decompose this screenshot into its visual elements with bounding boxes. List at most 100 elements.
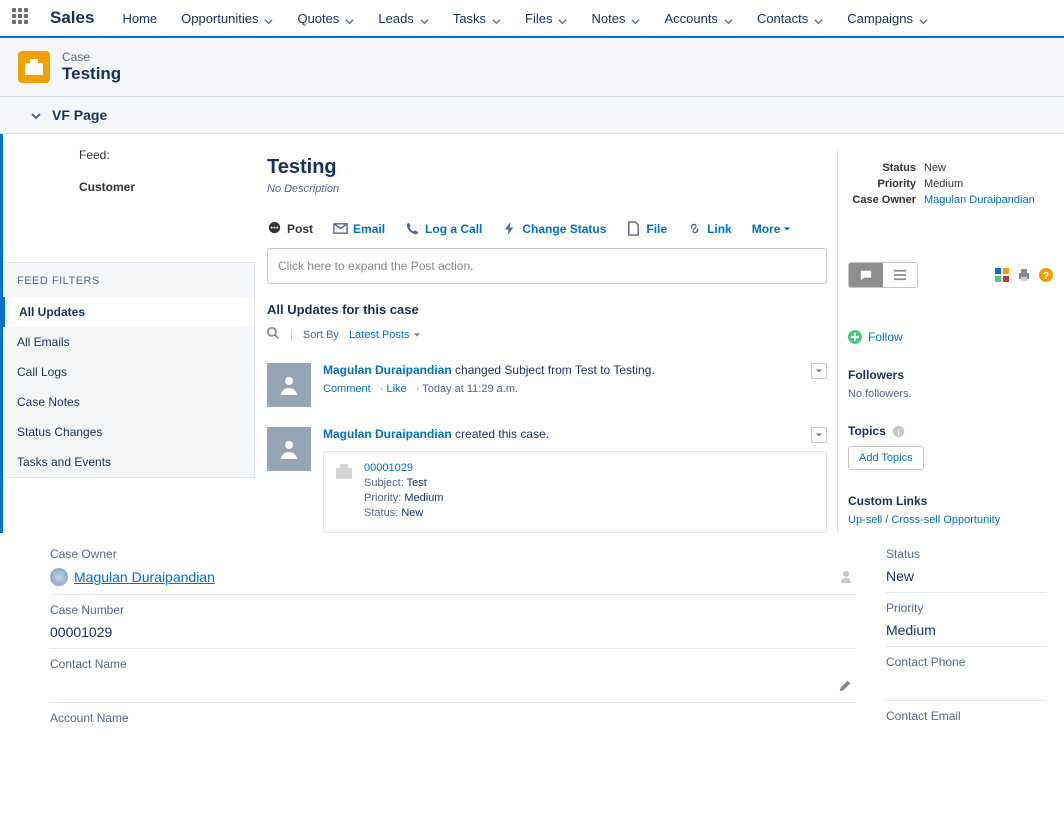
chevron-down-icon[interactable] — [492, 14, 501, 23]
publisher-tabs: Post Email Log a Call Change Status File… — [267, 215, 791, 242]
nav-campaigns[interactable]: Campaigns — [847, 11, 928, 26]
vf-page-label: VF Page — [52, 107, 107, 123]
search-icon[interactable] — [267, 327, 280, 343]
like-link[interactable]: Like — [386, 383, 406, 395]
link-icon — [687, 221, 702, 236]
filter-all-updates[interactable]: All Updates — [2, 297, 254, 327]
followers-heading: Followers — [848, 368, 1054, 382]
chevron-down-icon[interactable] — [724, 14, 733, 23]
envelope-icon — [333, 221, 348, 236]
custom-link-upsell[interactable]: Up-sell / Cross-sell Opportunity — [848, 514, 1054, 526]
nav-contacts[interactable]: Contacts — [757, 11, 823, 26]
nav-files[interactable]: Files — [525, 11, 567, 26]
tab-link[interactable]: Link — [687, 221, 732, 236]
field-value-status: New — [886, 565, 1046, 593]
global-nav: Sales Home Opportunities Quotes Leads Ta… — [0, 0, 1064, 38]
nav-notes[interactable]: Notes — [591, 11, 640, 26]
field-label-phone: Contact Phone — [886, 651, 1046, 673]
edit-icon[interactable] — [838, 679, 852, 693]
app-launcher-icon[interactable] — [12, 8, 32, 28]
feed-item: Magulan Duraipandian created this case. … — [267, 427, 827, 533]
avatar-icon — [267, 427, 311, 471]
add-topics-button[interactable]: Add Topics — [848, 446, 924, 470]
filter-case-notes[interactable]: Case Notes — [3, 387, 254, 417]
tab-email[interactable]: Email — [333, 221, 385, 236]
field-value-number: 00001029 — [50, 621, 856, 649]
chat-icon — [267, 221, 282, 236]
plus-icon — [848, 330, 862, 344]
app-name: Sales — [50, 8, 94, 28]
field-label-account: Account Name — [50, 707, 856, 729]
feed-timestamp: Today at 11:29 a.m. — [422, 383, 518, 395]
change-owner-icon[interactable] — [840, 569, 856, 585]
print-icon[interactable] — [1016, 267, 1032, 283]
sort-dropdown[interactable]: Latest Posts — [349, 329, 422, 341]
filter-status-changes[interactable]: Status Changes — [3, 417, 254, 447]
topics-heading: Topicsi — [848, 424, 1054, 438]
summary-owner-link[interactable]: Magulan Duraipandian — [924, 194, 1035, 206]
filter-all-emails[interactable]: All Emails — [3, 327, 254, 357]
nav-quotes[interactable]: Quotes — [297, 11, 354, 26]
feed-title: Testing — [267, 156, 827, 179]
field-value-contact — [50, 675, 856, 703]
customer-label: Customer — [79, 180, 257, 194]
field-label-number: Case Number — [50, 599, 856, 621]
feed-text: changed Subject from Test to Testing. — [452, 363, 655, 377]
record-header: Case Testing — [0, 38, 1064, 97]
chevron-down-icon[interactable] — [919, 14, 928, 23]
vf-page-section-header[interactable]: VF Page — [0, 97, 1064, 134]
tab-log-call[interactable]: Log a Call — [405, 221, 482, 236]
field-value-phone — [886, 673, 1046, 701]
nav-tasks[interactable]: Tasks — [453, 11, 501, 26]
post-input[interactable]: Click here to expand the Post action. — [267, 248, 827, 284]
feed-filters: FEED FILTERS All Updates All Emails Call… — [3, 262, 255, 478]
filter-tasks-events[interactable]: Tasks and Events — [3, 447, 254, 477]
feed-item: Magulan Duraipandian changed Subject fro… — [267, 363, 827, 407]
view-feed-button[interactable] — [849, 263, 883, 287]
view-list-button[interactable] — [883, 263, 917, 287]
svg-text:?: ? — [1043, 271, 1049, 282]
case-record-icon — [334, 462, 354, 482]
tab-change-status[interactable]: Change Status — [502, 221, 606, 236]
summary-status: New — [924, 162, 946, 174]
owner-link[interactable]: Magulan Duraipandian — [74, 569, 215, 585]
feed-author-link[interactable]: Magulan Duraipandian — [323, 363, 452, 377]
updates-heading: All Updates for this case — [267, 302, 827, 317]
feed-item-menu[interactable] — [811, 427, 827, 443]
tab-file[interactable]: File — [626, 221, 667, 236]
chevron-down-icon[interactable] — [30, 109, 42, 121]
nav-home[interactable]: Home — [122, 11, 157, 26]
feed-author-link[interactable]: Magulan Duraipandian — [323, 427, 452, 441]
chevron-down-icon[interactable] — [345, 14, 354, 23]
info-icon[interactable]: i — [892, 425, 905, 438]
record-title: Testing — [62, 64, 121, 84]
field-label-priority: Priority — [886, 597, 1046, 619]
chevron-down-icon[interactable] — [631, 14, 640, 23]
feed-item-menu[interactable] — [811, 363, 827, 379]
chevron-down-icon[interactable] — [814, 14, 823, 23]
case-number-link[interactable]: 00001029 — [364, 462, 413, 474]
layout-icon[interactable] — [994, 267, 1010, 283]
nav-items: Home Opportunities Quotes Leads Tasks Fi… — [122, 11, 928, 26]
sort-label: Sort By — [303, 329, 339, 341]
help-icon[interactable]: ? — [1038, 267, 1054, 283]
nav-opportunities[interactable]: Opportunities — [181, 11, 273, 26]
chevron-down-icon[interactable] — [420, 14, 429, 23]
filter-call-logs[interactable]: Call Logs — [3, 357, 254, 387]
followers-text: No followers. — [848, 388, 1054, 400]
nav-accounts[interactable]: Accounts — [664, 11, 732, 26]
feed-label: Feed: — [79, 148, 257, 162]
tab-more[interactable]: More — [752, 222, 792, 236]
nav-leads[interactable]: Leads — [378, 11, 428, 26]
detail-section: Case Owner Magulan Duraipandian Case Num… — [0, 533, 1064, 733]
avatar-icon — [267, 363, 311, 407]
owner-avatar-icon — [50, 568, 68, 586]
summary-priority: Medium — [924, 178, 963, 190]
follow-button[interactable]: Follow — [848, 330, 1054, 344]
tab-post[interactable]: Post — [267, 221, 313, 236]
comment-link[interactable]: Comment — [323, 383, 371, 395]
feed-description: No Description — [267, 183, 827, 195]
chevron-down-icon[interactable] — [558, 14, 567, 23]
file-icon — [626, 221, 641, 236]
chevron-down-icon[interactable] — [264, 14, 273, 23]
